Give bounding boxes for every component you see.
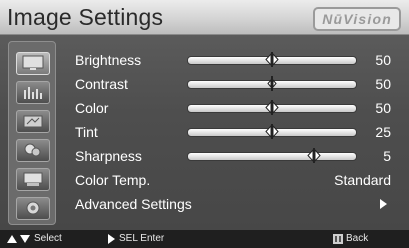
slider-thumb[interactable]	[265, 76, 279, 91]
enter-arrow-icon	[108, 234, 115, 244]
setting-label: Contrast	[75, 76, 128, 92]
settings-menu-icon[interactable]	[16, 197, 50, 220]
setting-value: 5	[383, 148, 391, 164]
footer-select-label: Select	[34, 233, 62, 244]
slider-thumb[interactable]	[307, 148, 321, 163]
tint-row[interactable]: Tint 25	[75, 121, 397, 143]
brightness-slider[interactable]	[187, 52, 357, 67]
sharpness-row[interactable]: Sharpness 5	[75, 145, 397, 167]
contrast-slider[interactable]	[187, 76, 357, 91]
setting-label: Color	[75, 100, 109, 116]
tint-slider[interactable]	[187, 124, 357, 139]
slider-thumb[interactable]	[265, 100, 279, 115]
options-menu-icon[interactable]	[16, 139, 50, 162]
setting-value: 25	[375, 124, 391, 140]
slider-thumb[interactable]	[265, 52, 279, 67]
setting-label: Advanced Settings	[75, 196, 192, 212]
sharpness-slider[interactable]	[187, 148, 357, 163]
setting-value: Standard	[334, 172, 391, 188]
picture-menu-icon[interactable]	[16, 52, 50, 75]
contrast-row[interactable]: Contrast 50	[75, 73, 397, 95]
input-menu-icon[interactable]	[16, 168, 50, 191]
footer-back-label: Back	[346, 233, 369, 244]
setting-value: 50	[375, 100, 391, 116]
footer-bar: Select SEL Enter Back	[0, 230, 409, 248]
slider-thumb[interactable]	[265, 124, 279, 139]
sidebar	[8, 41, 56, 225]
osd-screen: Image Settings NūVision Brightness 50 Co…	[0, 0, 409, 248]
color-slider[interactable]	[187, 100, 357, 115]
audio-menu-icon[interactable]	[16, 81, 50, 104]
color-temp-row[interactable]: Color Temp. Standard	[75, 169, 397, 191]
setting-label: Tint	[75, 124, 98, 140]
menu-body: Brightness 50 Contrast 50 Color 50 Tint	[0, 35, 409, 230]
page-title: Image Settings	[7, 4, 164, 30]
setting-label: Color Temp.	[75, 172, 151, 188]
up-down-arrows-icon	[7, 235, 30, 243]
advanced-settings-row[interactable]: Advanced Settings	[75, 193, 397, 215]
brand-logo: NūVision	[313, 7, 401, 31]
color-row[interactable]: Color 50	[75, 97, 397, 119]
setting-label: Brightness	[75, 52, 142, 68]
header-bar: Image Settings NūVision	[0, 0, 409, 35]
setting-label: Sharpness	[75, 148, 142, 164]
setting-value: 50	[375, 76, 391, 92]
back-menu-icon	[333, 234, 343, 244]
brightness-row[interactable]: Brightness 50	[75, 49, 397, 71]
chevron-right-icon	[380, 199, 387, 209]
setting-value: 50	[375, 52, 391, 68]
footer-enter-label: SEL Enter	[119, 233, 165, 244]
setup-menu-icon[interactable]	[16, 110, 50, 133]
